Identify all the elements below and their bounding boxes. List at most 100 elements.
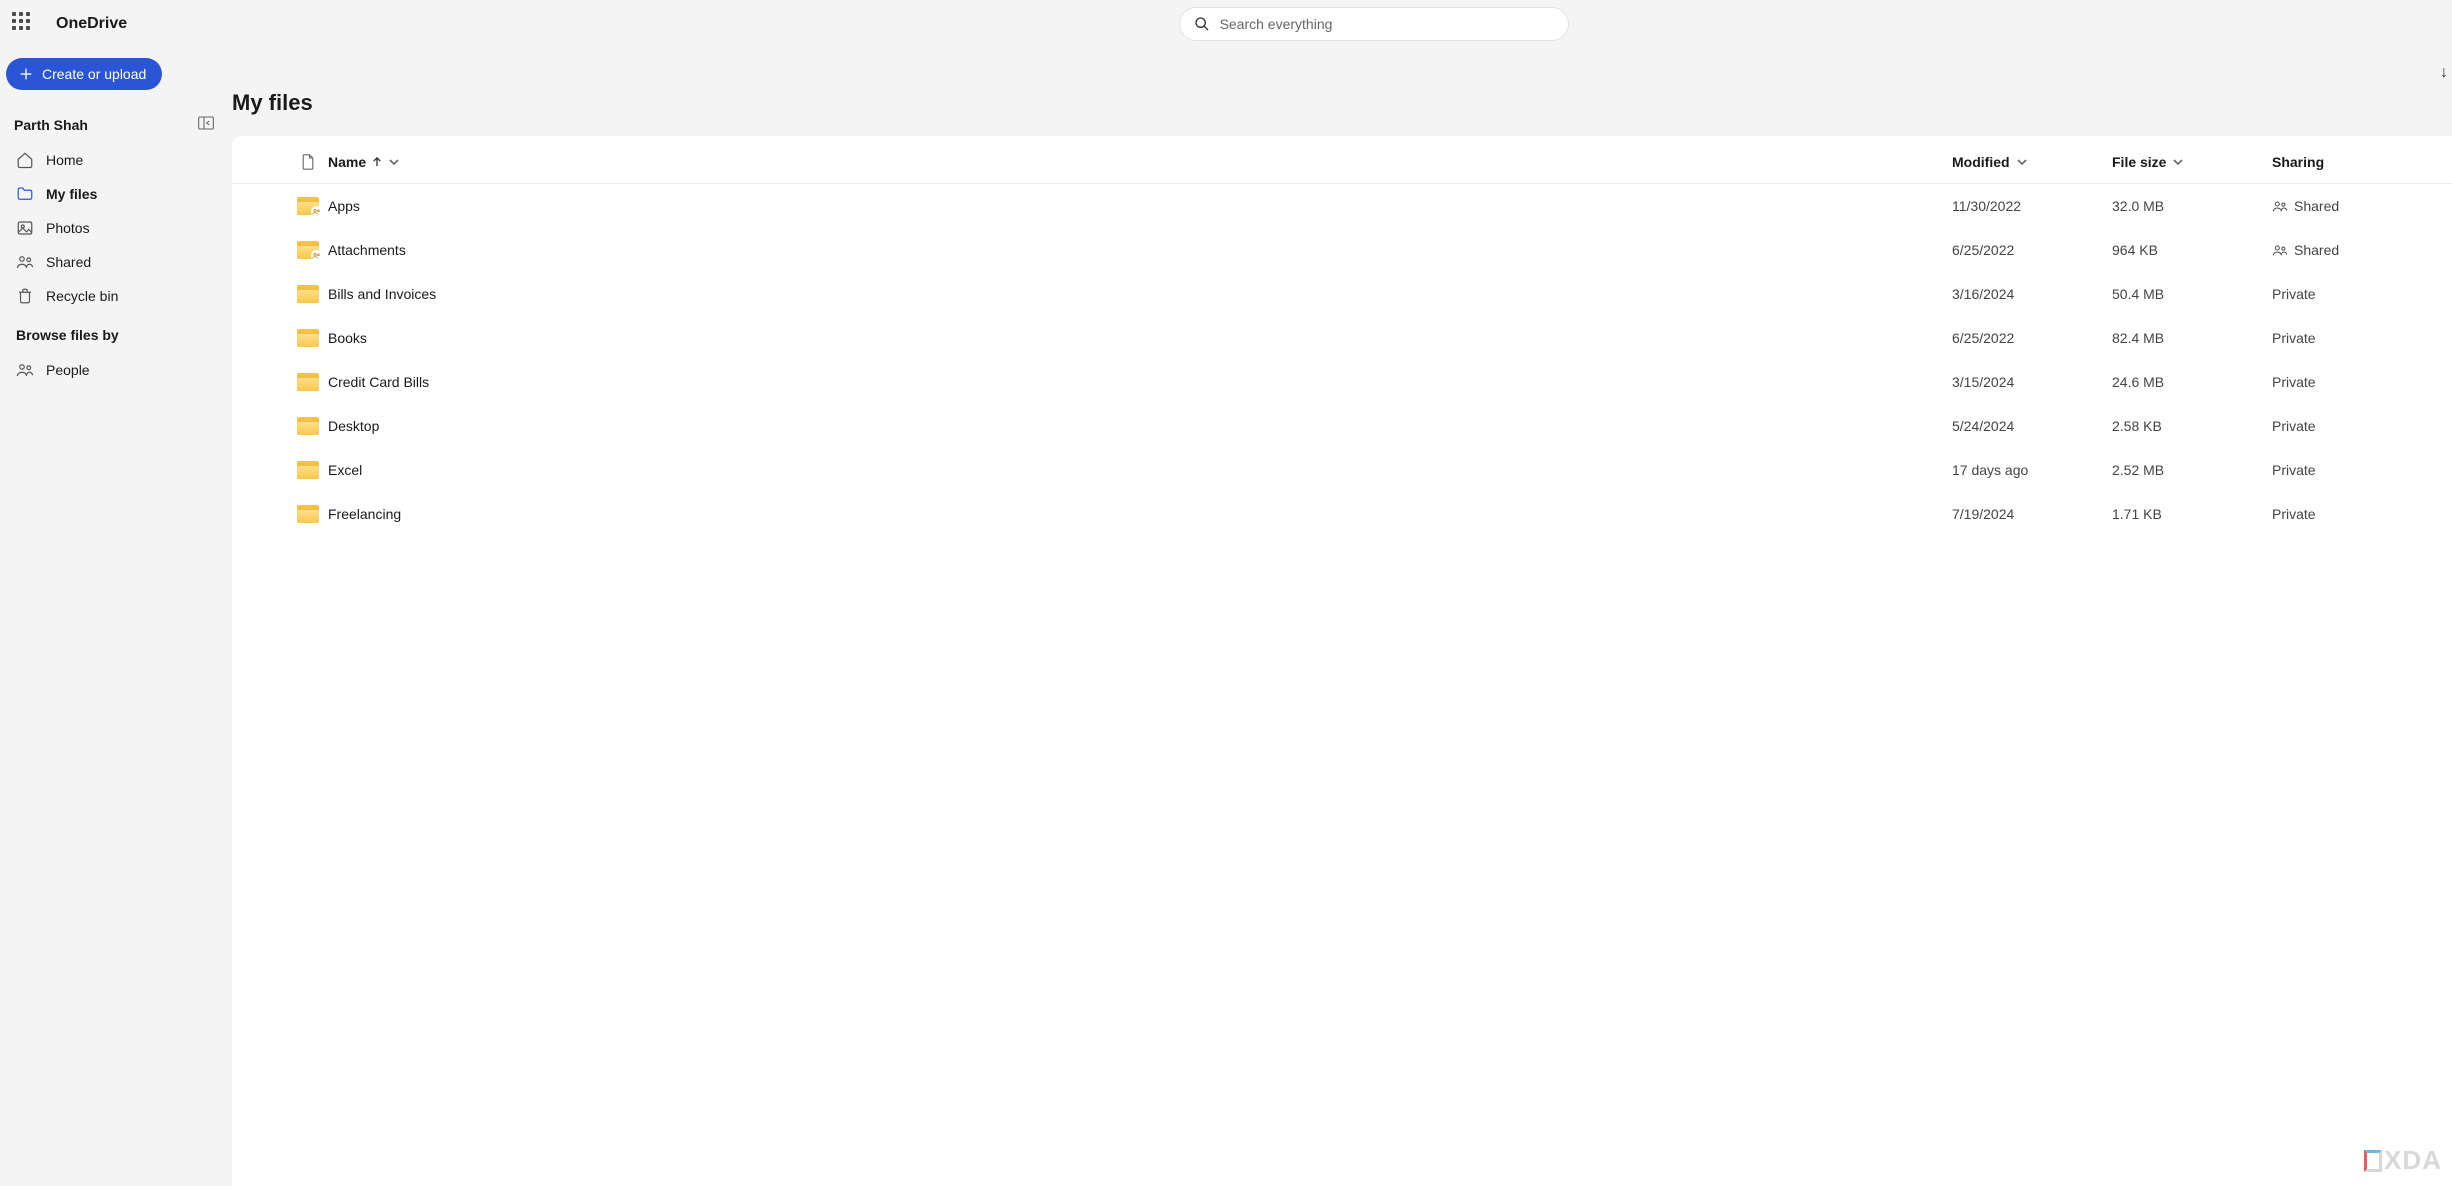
collapse-sidebar-icon[interactable]: [198, 116, 214, 133]
main-content: My files Name Modified: [232, 48, 2452, 1186]
file-name: Desktop: [328, 418, 1952, 434]
watermark-logo-icon: [2364, 1150, 2382, 1172]
file-sharing: Private: [2272, 418, 2432, 434]
folder-icon: [297, 197, 319, 215]
column-header-size[interactable]: File size: [2112, 154, 2272, 170]
home-icon: [16, 151, 34, 169]
nav-label: People: [46, 362, 90, 378]
sort-asc-icon: [372, 157, 382, 167]
folder-icon: [297, 329, 319, 347]
file-sharing: Private: [2272, 462, 2432, 478]
search-input[interactable]: [1220, 16, 1554, 32]
nav-item-home[interactable]: Home: [6, 143, 224, 177]
file-name: Bills and Invoices: [328, 286, 1952, 302]
column-headers: Name Modified File size Sharing: [232, 140, 2452, 184]
file-row[interactable]: Credit Card Bills3/15/202424.6 MBPrivate: [232, 360, 2452, 404]
column-label: Modified: [1952, 154, 2010, 170]
folder-icon: [297, 373, 319, 391]
column-header-modified[interactable]: Modified: [1952, 154, 2112, 170]
file-name: Apps: [328, 198, 1952, 214]
file-modified: 6/25/2022: [1952, 330, 2112, 346]
download-arrow-icon[interactable]: ↓: [2440, 64, 2448, 82]
file-modified: 7/19/2024: [1952, 506, 2112, 522]
file-sharing: Private: [2272, 374, 2432, 390]
nav-label: Photos: [46, 220, 90, 236]
primary-nav: Home My files Photos Shared Recycle bin: [6, 143, 224, 313]
folder-icon: [297, 241, 319, 259]
file-row[interactable]: Excel17 days ago2.52 MBPrivate: [232, 448, 2452, 492]
folder-icon: [16, 185, 34, 203]
search-icon: [1194, 16, 1210, 32]
nav-item-shared[interactable]: Shared: [6, 245, 224, 279]
page-title: My files: [232, 48, 2452, 136]
plus-icon: [18, 66, 34, 82]
file-modified: 5/24/2024: [1952, 418, 2112, 434]
column-header-sharing[interactable]: Sharing: [2272, 154, 2432, 170]
recycle-icon: [16, 287, 34, 305]
chevron-down-icon: [388, 156, 400, 168]
file-sharing: Private: [2272, 506, 2432, 522]
file-modified: 3/16/2024: [1952, 286, 2112, 302]
file-row[interactable]: Apps11/30/202232.0 MBShared: [232, 184, 2452, 228]
file-row[interactable]: Bills and Invoices3/16/202450.4 MBPrivat…: [232, 272, 2452, 316]
nav-item-people[interactable]: People: [6, 353, 224, 387]
file-sharing: Private: [2272, 330, 2432, 346]
file-size: 32.0 MB: [2112, 198, 2272, 214]
file-row[interactable]: Desktop5/24/20242.58 KBPrivate: [232, 404, 2452, 448]
people-icon: [16, 361, 34, 379]
brand-name: OneDrive: [56, 15, 127, 33]
create-upload-label: Create or upload: [42, 66, 146, 82]
photos-icon: [16, 219, 34, 237]
file-sharing: Shared: [2272, 198, 2432, 214]
file-size: 82.4 MB: [2112, 330, 2272, 346]
file-row[interactable]: Freelancing7/19/20241.71 KBPrivate: [232, 492, 2452, 536]
folder-icon: [297, 285, 319, 303]
folder-icon: [297, 417, 319, 435]
file-type-column-icon[interactable]: [288, 154, 328, 170]
file-name: Credit Card Bills: [328, 374, 1952, 390]
column-header-name[interactable]: Name: [328, 154, 1952, 170]
column-label: Name: [328, 154, 366, 170]
user-name: Parth Shah: [14, 117, 88, 133]
folder-icon: [297, 505, 319, 523]
nav-item-photos[interactable]: Photos: [6, 211, 224, 245]
browse-section-title: Browse files by: [6, 313, 224, 349]
search-box[interactable]: [1179, 7, 1569, 41]
file-size: 1.71 KB: [2112, 506, 2272, 522]
nav-item-my-files[interactable]: My files: [6, 177, 224, 211]
file-size: 2.58 KB: [2112, 418, 2272, 434]
column-label: File size: [2112, 154, 2166, 170]
file-name: Excel: [328, 462, 1952, 478]
file-modified: 17 days ago: [1952, 462, 2112, 478]
column-label: Sharing: [2272, 154, 2324, 170]
file-modified: 6/25/2022: [1952, 242, 2112, 258]
file-size: 24.6 MB: [2112, 374, 2272, 390]
topbar: OneDrive: [0, 0, 2452, 48]
nav-label: My files: [46, 186, 97, 202]
folder-icon: [297, 461, 319, 479]
file-sharing: Private: [2272, 286, 2432, 302]
shared-badge-icon: [311, 206, 322, 217]
file-name: Attachments: [328, 242, 1952, 258]
chevron-down-icon: [2016, 156, 2028, 168]
watermark-text: XDA: [2384, 1145, 2442, 1176]
app-launcher-icon[interactable]: [12, 12, 36, 36]
file-sharing: Shared: [2272, 242, 2432, 258]
file-name: Books: [328, 330, 1952, 346]
file-size: 50.4 MB: [2112, 286, 2272, 302]
chevron-down-icon: [2172, 156, 2184, 168]
create-upload-button[interactable]: Create or upload: [6, 58, 162, 90]
nav-label: Home: [46, 152, 83, 168]
nav-label: Recycle bin: [46, 288, 118, 304]
file-modified: 3/15/2024: [1952, 374, 2112, 390]
nav-item-recycle-bin[interactable]: Recycle bin: [6, 279, 224, 313]
browse-nav: People: [6, 353, 224, 387]
file-row[interactable]: Books6/25/202282.4 MBPrivate: [232, 316, 2452, 360]
file-name: Freelancing: [328, 506, 1952, 522]
file-size: 964 KB: [2112, 242, 2272, 258]
file-listing: Name Modified File size Sharing: [232, 136, 2452, 1186]
file-modified: 11/30/2022: [1952, 198, 2112, 214]
file-row[interactable]: Attachments6/25/2022964 KBShared: [232, 228, 2452, 272]
nav-label: Shared: [46, 254, 91, 270]
watermark: XDA: [2364, 1145, 2442, 1176]
